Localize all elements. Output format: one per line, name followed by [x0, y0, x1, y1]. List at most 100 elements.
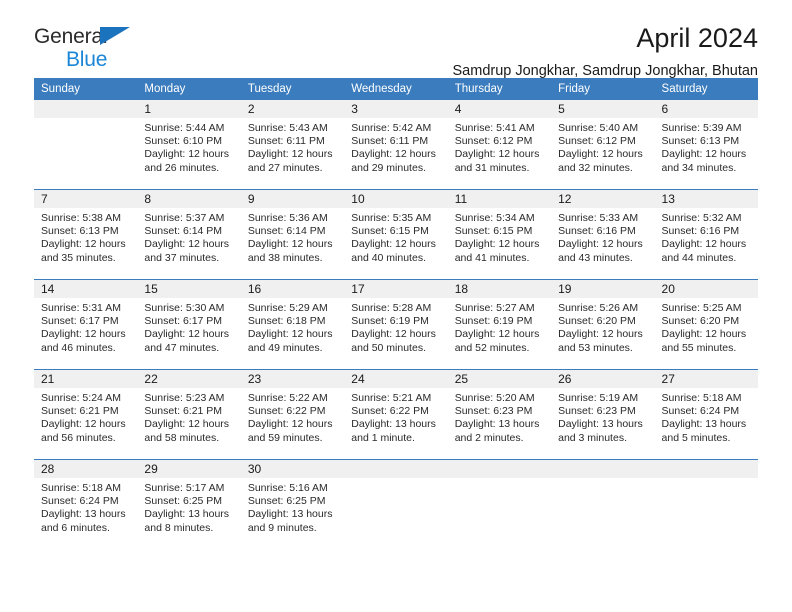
calendar-day-cell[interactable]: 4 Sunrise: 5:41 AM Sunset: 6:12 PM Daylight…: [447, 100, 552, 190]
daylight-text: Daylight: 13 hours and 9 minutes.: [247, 508, 333, 534]
calendar-day-cell[interactable]: 1 Sunrise: 5:44 AM Sunset: 6:10 PM Daylight…: [137, 100, 241, 190]
calendar-page: General Blue April 2024 Samdrup Jongkhar…: [0, 0, 792, 612]
calendar-day-cell[interactable]: 15 Sunrise: 5:30 AM Sunset: 6:17 PM Dayligh…: [137, 279, 241, 370]
calendar-day-cell[interactable]: 26 Sunrise: 5:19 AM Sunset: 6:23 PM Dayligh…: [551, 369, 655, 460]
day-number: 8: [137, 190, 241, 208]
page-subtitle: Samdrup Jongkhar, Samdrup Jongkhar, Bhut…: [452, 63, 759, 79]
calendar-day-cell[interactable]: 10 Sunrise: 5:35 AM Sunset: 6:15 PM Dayligh…: [344, 189, 448, 280]
general-blue-logo[interactable]: General Blue: [34, 26, 154, 72]
day-number: 21: [34, 370, 138, 388]
sunrise-text: Sunrise: 5:19 AM: [558, 392, 639, 404]
logo-word-general: General: [34, 25, 108, 48]
calendar-day-cell[interactable]: 27 Sunrise: 5:18 AM Sunset: 6:24 PM Dayligh…: [654, 369, 758, 460]
day-number: 6: [654, 100, 758, 118]
day-details: Sunrise: 5:21 AM Sunset: 6:22 PM Daylight:…: [344, 388, 447, 445]
sunrise-text: Sunrise: 5:36 AM: [247, 212, 328, 224]
sunrise-text: Sunrise: 5:23 AM: [144, 392, 225, 404]
daylight-text: Daylight: 12 hours and 40 minutes.: [351, 238, 436, 264]
sunrise-text: Sunrise: 5:29 AM: [247, 302, 328, 314]
day-number: [447, 460, 552, 478]
weekday-header-tuesday: Tuesday: [240, 78, 345, 100]
sunset-text: Sunset: 6:19 PM: [351, 315, 429, 328]
sunrise-text: Sunrise: 5:16 AM: [247, 482, 328, 494]
sunset-text: Sunset: 6:15 PM: [454, 225, 533, 238]
sunrise-text: Sunrise: 5:40 AM: [558, 122, 639, 134]
calendar-day-cell[interactable]: 11 Sunrise: 5:34 AM Sunset: 6:15 PM Dayligh…: [447, 189, 552, 280]
daylight-text: Daylight: 12 hours and 52 minutes.: [454, 328, 540, 354]
sunset-text: Sunset: 6:19 PM: [454, 315, 533, 328]
day-details: Sunrise: 5:17 AM Sunset: 6:25 PM Daylight:…: [137, 478, 240, 535]
weekday-header-friday: Friday: [551, 78, 655, 100]
day-number: 24: [344, 370, 448, 388]
calendar-day-cell[interactable]: 20 Sunrise: 5:25 AM Sunset: 6:20 PM Dayligh…: [654, 279, 758, 370]
daylight-text: Daylight: 12 hours and 53 minutes.: [558, 328, 643, 354]
sunrise-text: Sunrise: 5:32 AM: [661, 212, 742, 224]
sunset-text: Sunset: 6:17 PM: [41, 315, 119, 328]
daylight-text: Daylight: 12 hours and 31 minutes.: [454, 148, 540, 174]
calendar-day-cell[interactable]: 19 Sunrise: 5:26 AM Sunset: 6:20 PM Dayligh…: [551, 279, 655, 370]
calendar-day-cell[interactable]: 30 Sunrise: 5:16 AM Sunset: 6:25 PM Dayligh…: [240, 459, 345, 549]
calendar-week-row: 28 Sunrise: 5:18 AM Sunset: 6:24 PM Dayligh…: [34, 459, 758, 549]
day-number: 7: [34, 190, 138, 208]
sunset-text: Sunset: 6:11 PM: [351, 135, 429, 148]
day-details: Sunrise: 5:27 AM Sunset: 6:19 PM Daylight:…: [448, 298, 551, 355]
calendar-day-cell[interactable]: 7 Sunrise: 5:38 AM Sunset: 6:13 PM Daylight…: [34, 189, 138, 280]
sunrise-text: Sunrise: 5:44 AM: [144, 122, 225, 134]
day-number: 1: [137, 100, 241, 118]
day-details: Sunrise: 5:20 AM Sunset: 6:23 PM Daylight:…: [448, 388, 551, 445]
day-number: 29: [137, 460, 241, 478]
sunset-text: Sunset: 6:11 PM: [247, 135, 325, 148]
calendar-day-cell[interactable]: 18 Sunrise: 5:27 AM Sunset: 6:19 PM Dayligh…: [447, 279, 552, 370]
day-number: 16: [240, 280, 345, 298]
calendar-day-cell[interactable]: 24 Sunrise: 5:21 AM Sunset: 6:22 PM Dayligh…: [344, 369, 448, 460]
daylight-text: Daylight: 12 hours and 35 minutes.: [41, 238, 126, 264]
calendar-day-cell[interactable]: 8 Sunrise: 5:37 AM Sunset: 6:14 PM Daylight…: [137, 189, 241, 280]
sunset-text: Sunset: 6:25 PM: [247, 495, 326, 508]
sunrise-text: Sunrise: 5:35 AM: [351, 212, 432, 224]
calendar-day-cell[interactable]: 13 Sunrise: 5:32 AM Sunset: 6:16 PM Dayligh…: [654, 189, 758, 280]
sunset-text: Sunset: 6:13 PM: [41, 225, 119, 238]
sunrise-text: Sunrise: 5:28 AM: [351, 302, 432, 314]
calendar-day-cell[interactable]: 25 Sunrise: 5:20 AM Sunset: 6:23 PM Dayligh…: [447, 369, 552, 460]
day-details: Sunrise: 5:24 AM Sunset: 6:21 PM Daylight:…: [34, 388, 137, 445]
day-number: 25: [447, 370, 552, 388]
calendar-day-cell[interactable]: 9 Sunrise: 5:36 AM Sunset: 6:14 PM Daylight…: [240, 189, 345, 280]
calendar-day-cell[interactable]: 14 Sunrise: 5:31 AM Sunset: 6:17 PM Dayligh…: [34, 279, 138, 370]
sunset-text: Sunset: 6:14 PM: [247, 225, 326, 238]
calendar-day-cell[interactable]: 17 Sunrise: 5:28 AM Sunset: 6:19 PM Dayligh…: [344, 279, 448, 370]
day-number: 3: [344, 100, 448, 118]
day-details: Sunrise: 5:22 AM Sunset: 6:22 PM Daylight:…: [241, 388, 344, 445]
day-number: [551, 460, 655, 478]
day-number: [654, 460, 758, 478]
calendar-day-cell[interactable]: 5 Sunrise: 5:40 AM Sunset: 6:12 PM Daylight…: [551, 100, 655, 190]
day-details: Sunrise: 5:28 AM Sunset: 6:19 PM Daylight:…: [344, 298, 447, 355]
day-number: 26: [551, 370, 655, 388]
calendar-day-cell[interactable]: 22 Sunrise: 5:23 AM Sunset: 6:21 PM Dayligh…: [137, 369, 241, 460]
sunrise-text: Sunrise: 5:17 AM: [144, 482, 225, 494]
calendar-day-cell[interactable]: 3 Sunrise: 5:42 AM Sunset: 6:11 PM Daylight…: [344, 100, 448, 190]
sunset-text: Sunset: 6:15 PM: [351, 225, 429, 238]
day-details: Sunrise: 5:18 AM Sunset: 6:24 PM Daylight:…: [655, 388, 758, 445]
day-number: 30: [240, 460, 345, 478]
sunrise-text: Sunrise: 5:30 AM: [144, 302, 225, 314]
sunset-text: Sunset: 6:13 PM: [661, 135, 740, 148]
sunrise-text: Sunrise: 5:34 AM: [454, 212, 535, 224]
calendar-week-row: 7 Sunrise: 5:38 AM Sunset: 6:13 PM Daylight…: [34, 189, 758, 280]
day-details: Sunrise: 5:40 AM Sunset: 6:12 PM Daylight:…: [551, 118, 654, 175]
calendar-day-cell[interactable]: 28 Sunrise: 5:18 AM Sunset: 6:24 PM Dayligh…: [34, 459, 138, 549]
day-number: 4: [447, 100, 552, 118]
calendar-day-cell[interactable]: 2 Sunrise: 5:43 AM Sunset: 6:11 PM Daylight…: [240, 100, 345, 190]
day-details: Sunrise: 5:34 AM Sunset: 6:15 PM Daylight:…: [448, 208, 551, 265]
calendar-week-row: 14 Sunrise: 5:31 AM Sunset: 6:17 PM Dayligh…: [34, 279, 758, 370]
calendar-day-cell[interactable]: 16 Sunrise: 5:29 AM Sunset: 6:18 PM Dayligh…: [240, 279, 345, 370]
sunset-text: Sunset: 6:24 PM: [41, 495, 119, 508]
calendar-day-cell[interactable]: 6 Sunrise: 5:39 AM Sunset: 6:13 PM Daylight…: [654, 100, 758, 190]
calendar-day-cell[interactable]: 21 Sunrise: 5:24 AM Sunset: 6:21 PM Dayligh…: [34, 369, 138, 460]
sunrise-text: Sunrise: 5:22 AM: [247, 392, 328, 404]
day-details: Sunrise: 5:42 AM Sunset: 6:11 PM Daylight:…: [344, 118, 447, 175]
calendar-day-cell[interactable]: 12 Sunrise: 5:33 AM Sunset: 6:16 PM Dayligh…: [551, 189, 655, 280]
calendar-day-cell[interactable]: 29 Sunrise: 5:17 AM Sunset: 6:25 PM Dayligh…: [137, 459, 241, 549]
day-number: 23: [240, 370, 345, 388]
calendar-day-cell[interactable]: 23 Sunrise: 5:22 AM Sunset: 6:22 PM Dayligh…: [240, 369, 345, 460]
day-details: Sunrise: 5:25 AM Sunset: 6:20 PM Daylight:…: [655, 298, 758, 355]
